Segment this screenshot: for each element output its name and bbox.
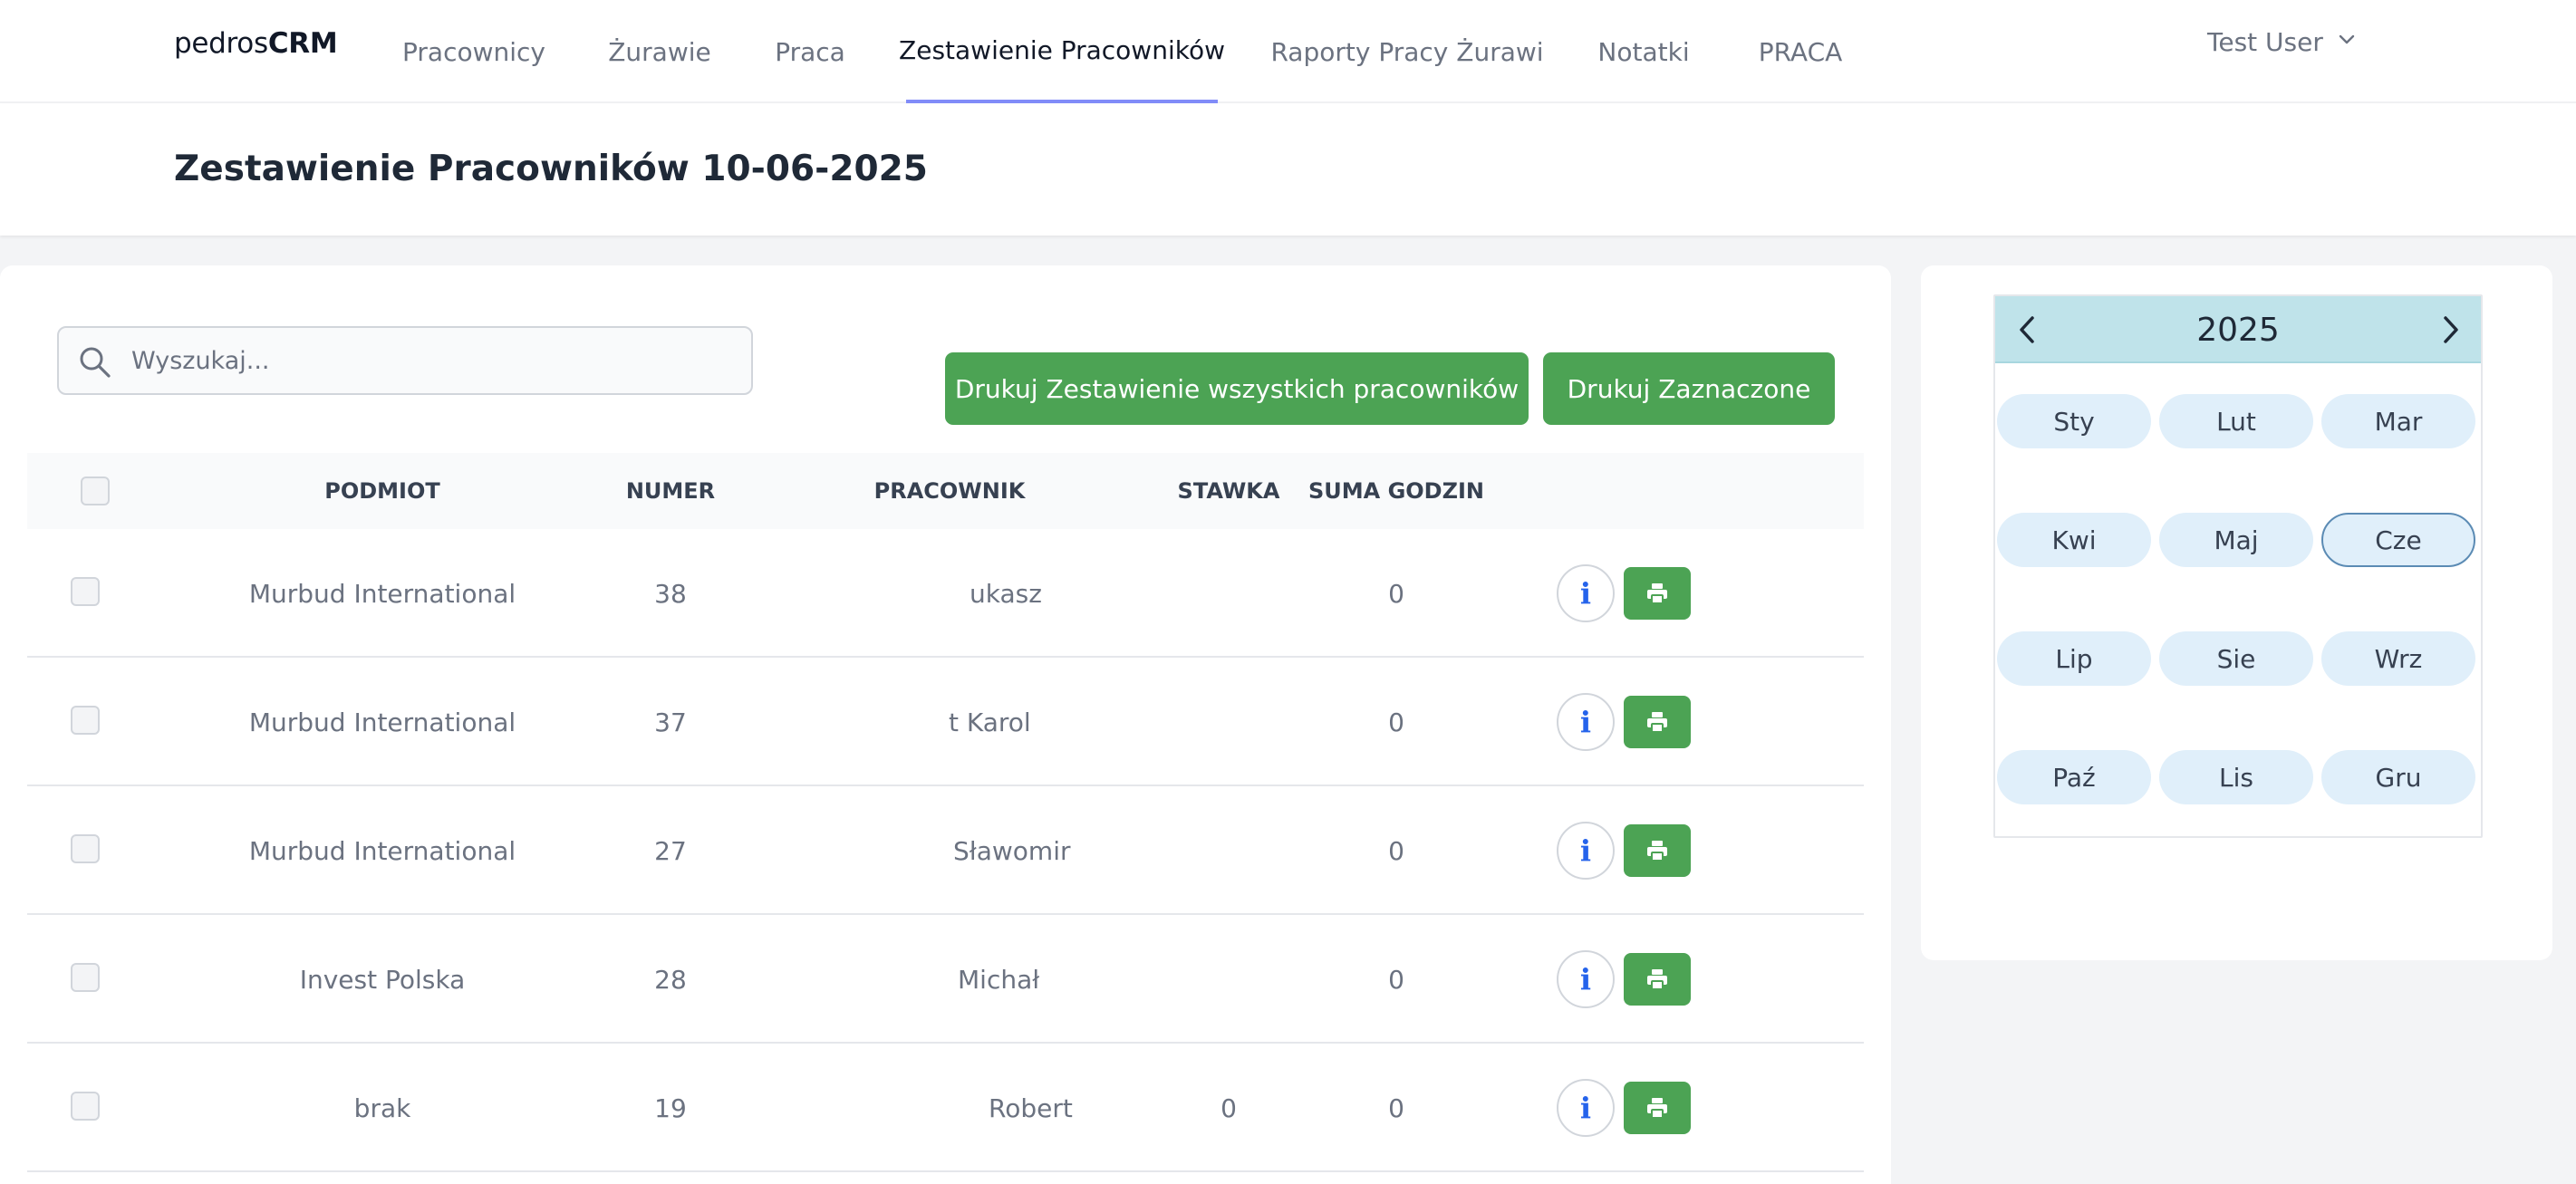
column-header-numer[interactable]: NUMER: [626, 453, 715, 529]
month-button-sty[interactable]: Sty: [1997, 394, 2151, 448]
cell-podmiot: Invest Polska: [299, 964, 466, 995]
cell-pracownik: ukasz: [970, 578, 1042, 609]
table-row: Invest Polska 28 Michał 0 i: [27, 915, 1864, 1044]
month-picker: 2025 Sty Lut Mar Kwi Maj Cze Lip Sie Wrz…: [1993, 294, 2483, 838]
column-header-podmiot[interactable]: PODMIOT: [324, 453, 440, 529]
printer-icon[interactable]: [1624, 953, 1691, 1006]
month-picker-card: 2025 Sty Lut Mar Kwi Maj Cze Lip Sie Wrz…: [1921, 265, 2552, 960]
user-menu[interactable]: Test User: [2207, 27, 2358, 57]
cell-suma-godzin: 0: [1388, 835, 1404, 866]
nav-link-raporty-pracy-zurawi[interactable]: Raporty Pracy Żurawi: [1270, 0, 1543, 103]
user-name: Test User: [2207, 27, 2323, 57]
select-all-checkbox[interactable]: [81, 476, 110, 505]
row-checkbox[interactable]: [71, 577, 100, 606]
print-selected-button[interactable]: Drukuj Zaznaczone: [1543, 352, 1835, 425]
month-picker-header: 2025: [1995, 296, 2481, 363]
cell-podmiot: Murbud International: [248, 707, 516, 737]
cell-numer: 38: [654, 578, 687, 609]
table-row: Murbud International 27 Sławomir 0 i: [27, 786, 1864, 915]
chevron-right-icon[interactable]: [2432, 312, 2468, 348]
month-button-lut[interactable]: Lut: [2159, 394, 2313, 448]
cell-numer: 37: [654, 707, 687, 737]
cell-numer: 28: [654, 964, 687, 995]
month-button-kwi[interactable]: Kwi: [1997, 513, 2151, 567]
search-input[interactable]: [131, 335, 729, 386]
cell-pracownik: Sławomir: [953, 835, 1071, 866]
month-button-sie[interactable]: Sie: [2159, 631, 2313, 686]
chevron-left-icon[interactable]: [2010, 312, 2046, 348]
nav-link-praca[interactable]: Praca: [765, 0, 855, 103]
print-all-employees-button[interactable]: Drukuj Zestawienie wszystkich pracownikó…: [945, 352, 1529, 425]
column-header-pracownik[interactable]: PRACOWNIK: [874, 453, 1026, 529]
nav-link-notatki[interactable]: Notatki: [1595, 0, 1693, 103]
brand-name-bold: CRM: [267, 27, 338, 60]
page-header: Zestawienie Pracowników 10-06-2025: [0, 103, 2576, 236]
cell-numer: 27: [654, 835, 687, 866]
page-title: Zestawienie Pracowników 10-06-2025: [174, 149, 928, 189]
info-icon[interactable]: i: [1557, 564, 1615, 622]
cell-suma-godzin: 0: [1388, 578, 1404, 609]
month-button-lip[interactable]: Lip: [1997, 631, 2151, 686]
cell-suma-godzin: 0: [1388, 1093, 1404, 1123]
cell-suma-godzin: 0: [1388, 707, 1404, 737]
table-header: PODMIOT NUMER PRACOWNIK STAWKA SUMA GODZ…: [27, 453, 1864, 529]
column-header-stawka[interactable]: STAWKA: [1178, 453, 1280, 529]
nav-link-zestawienie-pracownikow[interactable]: Zestawienie Pracowników: [899, 0, 1225, 103]
info-icon[interactable]: i: [1557, 950, 1615, 1008]
row-checkbox[interactable]: [71, 706, 100, 735]
brand-name-light: pedros: [174, 27, 268, 60]
cell-podmiot: Murbud International: [248, 578, 516, 609]
month-button-mar[interactable]: Mar: [2321, 394, 2475, 448]
cell-pracownik: t Karol: [949, 707, 1031, 737]
info-icon[interactable]: i: [1557, 1079, 1615, 1137]
cell-suma-godzin: 0: [1388, 964, 1404, 995]
month-button-maj[interactable]: Maj: [2159, 513, 2313, 567]
cell-pracownik: Robert: [989, 1093, 1073, 1123]
info-icon[interactable]: i: [1557, 822, 1615, 880]
month-button-paz[interactable]: Paź: [1997, 750, 2151, 804]
printer-icon[interactable]: [1624, 567, 1691, 620]
cell-pracownik: Michał: [958, 964, 1040, 995]
table-row: Murbud International 37 t Karol 0 i: [27, 658, 1864, 786]
employee-summary-card: Drukuj Zestawienie wszystkich pracownikó…: [0, 265, 1891, 1184]
info-icon[interactable]: i: [1557, 693, 1615, 751]
nav-link-zurawie[interactable]: Żurawie: [598, 0, 721, 103]
cell-podmiot: Murbud International: [248, 835, 516, 866]
top-navbar: pedrosCRM Pracownicy Żurawie Praca Zesta…: [0, 0, 2576, 103]
nav-link-praca-caps[interactable]: PRACA: [1752, 0, 1848, 103]
employee-table: PODMIOT NUMER PRACOWNIK STAWKA SUMA GODZ…: [27, 453, 1864, 1172]
column-header-suma-godzin[interactable]: SUMA GODZIN: [1308, 453, 1484, 529]
nav-link-pracownicy[interactable]: Pracownicy: [391, 0, 556, 103]
year-label: 2025: [2196, 311, 2280, 349]
printer-icon[interactable]: [1624, 696, 1691, 748]
month-button-lis[interactable]: Lis: [2159, 750, 2313, 804]
row-checkbox[interactable]: [71, 963, 100, 992]
chevron-down-icon: [2336, 27, 2358, 57]
cell-podmiot: brak: [353, 1093, 411, 1123]
cell-numer: 19: [654, 1093, 687, 1123]
search-box: [57, 326, 753, 395]
month-button-cze[interactable]: Cze: [2321, 513, 2475, 567]
table-row: Murbud International 38 ukasz 0 i: [27, 529, 1864, 658]
cell-stawka: 0: [1220, 1093, 1237, 1123]
row-checkbox[interactable]: [71, 834, 100, 863]
printer-icon[interactable]: [1624, 1082, 1691, 1134]
month-button-wrz[interactable]: Wrz: [2321, 631, 2475, 686]
month-button-gru[interactable]: Gru: [2321, 750, 2475, 804]
printer-icon[interactable]: [1624, 824, 1691, 877]
row-checkbox[interactable]: [71, 1092, 100, 1121]
table-row: brak 19 Robert 0 0 i: [27, 1044, 1864, 1172]
brand-logo[interactable]: pedrosCRM: [174, 27, 338, 60]
